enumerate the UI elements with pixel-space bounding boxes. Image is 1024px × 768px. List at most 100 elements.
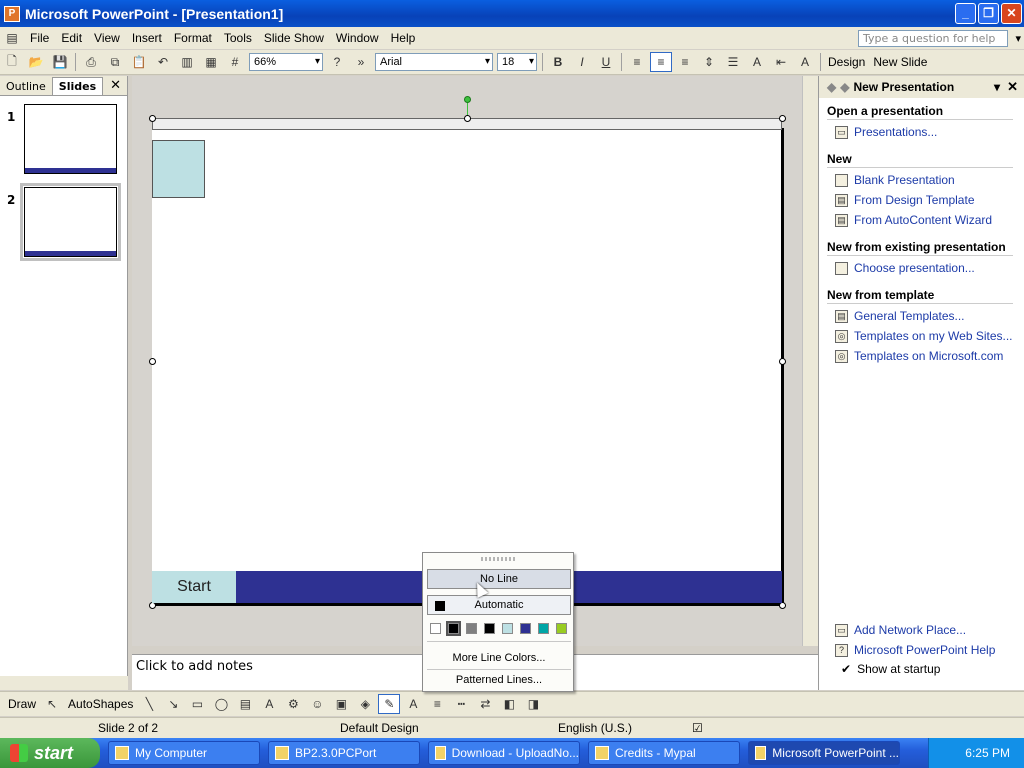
slide-thumbnail-2[interactable]: [20, 183, 121, 261]
menu-tools[interactable]: Tools: [218, 31, 258, 45]
arrow-style-icon[interactable]: ⇄: [474, 694, 496, 714]
shadow-icon[interactable]: ◧: [498, 694, 520, 714]
more-icon[interactable]: »: [350, 52, 372, 72]
picture-icon[interactable]: ▣: [330, 694, 352, 714]
start-button[interactable]: start: [0, 738, 100, 768]
start-shape[interactable]: Start: [152, 571, 236, 603]
paste-icon[interactable]: 📋: [128, 52, 150, 72]
dropdown-icon[interactable]: ▾: [994, 80, 1000, 94]
help-icon[interactable]: ?: [326, 52, 348, 72]
copy-icon[interactable]: ⧉: [104, 52, 126, 72]
bullets-icon[interactable]: ☰: [722, 52, 744, 72]
document-icon[interactable]: ▤: [1, 28, 23, 48]
wordart-icon[interactable]: A: [258, 694, 280, 714]
save-icon[interactable]: 💾: [49, 52, 71, 72]
color-swatch-navy[interactable]: [520, 623, 531, 634]
resize-handle[interactable]: [779, 602, 786, 609]
line-icon[interactable]: ╲: [138, 694, 160, 714]
color-swatch-gray[interactable]: [466, 623, 477, 634]
resize-handle[interactable]: [149, 358, 156, 365]
menu-slide-show[interactable]: Slide Show: [258, 31, 330, 45]
textbox-icon[interactable]: ▤: [234, 694, 256, 714]
no-line-option[interactable]: No Line: [427, 569, 571, 589]
menu-format[interactable]: Format: [168, 31, 218, 45]
slide-canvas[interactable]: [152, 128, 784, 606]
fill-color-icon[interactable]: ◈: [354, 694, 376, 714]
close-icon[interactable]: ✕: [110, 78, 121, 93]
resize-handle[interactable]: [464, 115, 471, 122]
square-shape[interactable]: [152, 140, 205, 198]
select-icon[interactable]: ↖: [41, 694, 63, 714]
menu-file[interactable]: File: [24, 31, 55, 45]
menu-view[interactable]: View: [88, 31, 126, 45]
size-combo[interactable]: 18: [497, 53, 537, 71]
underline-button[interactable]: U: [595, 52, 617, 72]
close-icon[interactable]: ✕: [1007, 79, 1018, 95]
chart-icon[interactable]: ▥: [176, 52, 198, 72]
font-combo[interactable]: Arial: [375, 53, 493, 71]
arrow-icon[interactable]: ↘: [162, 694, 184, 714]
rectangle-icon[interactable]: ▭: [186, 694, 208, 714]
table-icon[interactable]: ▦: [200, 52, 222, 72]
help-search-input[interactable]: Type a question for help: [858, 30, 1021, 47]
link-autocontent[interactable]: ▤ From AutoContent Wizard: [835, 212, 1024, 228]
undo-icon[interactable]: ↶: [152, 52, 174, 72]
clipart-icon[interactable]: ☺: [306, 694, 328, 714]
back-icon[interactable]: ◆: [827, 80, 836, 94]
color-swatch-light-blue[interactable]: [502, 623, 513, 634]
menu-help[interactable]: Help: [385, 31, 422, 45]
draw-menu[interactable]: Draw: [8, 697, 36, 711]
print-icon[interactable]: ⎙: [80, 52, 102, 72]
design-button[interactable]: Design: [828, 55, 865, 69]
taskbar-credits[interactable]: Credits - Mypal: [588, 741, 740, 765]
color-swatch-teal[interactable]: [538, 623, 549, 634]
vertical-scrollbar[interactable]: [802, 76, 818, 646]
view-buttons[interactable]: [0, 676, 128, 690]
automatic-option[interactable]: Automatic: [427, 595, 571, 615]
open-icon[interactable]: 📂: [25, 52, 47, 72]
font-color-icon[interactable]: A: [794, 52, 816, 72]
menu-insert[interactable]: Insert: [126, 31, 168, 45]
taskbar-powerpoint[interactable]: Microsoft PowerPoint ...: [748, 741, 900, 765]
distribute-icon[interactable]: ⇕: [698, 52, 720, 72]
decrease-font-icon[interactable]: ⇤: [770, 52, 792, 72]
3d-icon[interactable]: ◨: [522, 694, 544, 714]
link-web-templates[interactable]: ◎ Templates on my Web Sites...: [835, 328, 1024, 344]
line-style-icon[interactable]: ≡: [426, 694, 448, 714]
link-design-template[interactable]: ▤ From Design Template: [835, 192, 1024, 208]
grid-icon[interactable]: #: [224, 52, 246, 72]
patterned-lines[interactable]: Patterned Lines...: [423, 674, 575, 686]
oval-icon[interactable]: ◯: [210, 694, 232, 714]
drag-grip[interactable]: [481, 557, 517, 561]
link-choose[interactable]: Choose presentation...: [835, 260, 1024, 276]
increase-font-icon[interactable]: A: [746, 52, 768, 72]
line-color-icon[interactable]: ✎: [378, 694, 401, 714]
forward-icon[interactable]: ◆: [840, 80, 849, 94]
align-right-icon[interactable]: ≡: [674, 52, 696, 72]
link-microsoft-templates[interactable]: ◎ Templates on Microsoft.com: [835, 348, 1024, 364]
font-color-icon[interactable]: A: [402, 694, 424, 714]
link-blank[interactable]: Blank Presentation: [835, 172, 1024, 188]
resize-handle[interactable]: [149, 115, 156, 122]
taskbar-my-computer[interactable]: My Computer: [108, 741, 260, 765]
align-center-icon[interactable]: ≡: [650, 52, 672, 72]
diagram-icon[interactable]: ⚙: [282, 694, 304, 714]
link-help[interactable]: ? Microsoft PowerPoint Help: [835, 642, 1024, 658]
autoshapes-menu[interactable]: AutoShapes: [68, 697, 133, 711]
dash-style-icon[interactable]: ┅: [450, 694, 472, 714]
new-icon[interactable]: 🗋: [1, 52, 23, 72]
menu-window[interactable]: Window: [330, 31, 385, 45]
resize-handle[interactable]: [779, 358, 786, 365]
taskbar-download[interactable]: Download - UploadNo...: [428, 741, 580, 765]
align-left-icon[interactable]: ≡: [626, 52, 648, 72]
rotate-handle[interactable]: [464, 96, 471, 103]
resize-handle[interactable]: [779, 115, 786, 122]
tab-outline[interactable]: Outline: [0, 78, 52, 95]
link-general-templates[interactable]: ▤ General Templates...: [835, 308, 1024, 324]
new-slide-button[interactable]: New Slide: [873, 55, 927, 69]
color-swatch-green[interactable]: [556, 623, 567, 634]
tab-slides[interactable]: Slides: [51, 77, 104, 95]
slide-thumbnail-1[interactable]: [24, 104, 117, 174]
bold-button[interactable]: B: [547, 52, 569, 72]
link-network-place[interactable]: ▭ Add Network Place...: [835, 622, 1024, 638]
